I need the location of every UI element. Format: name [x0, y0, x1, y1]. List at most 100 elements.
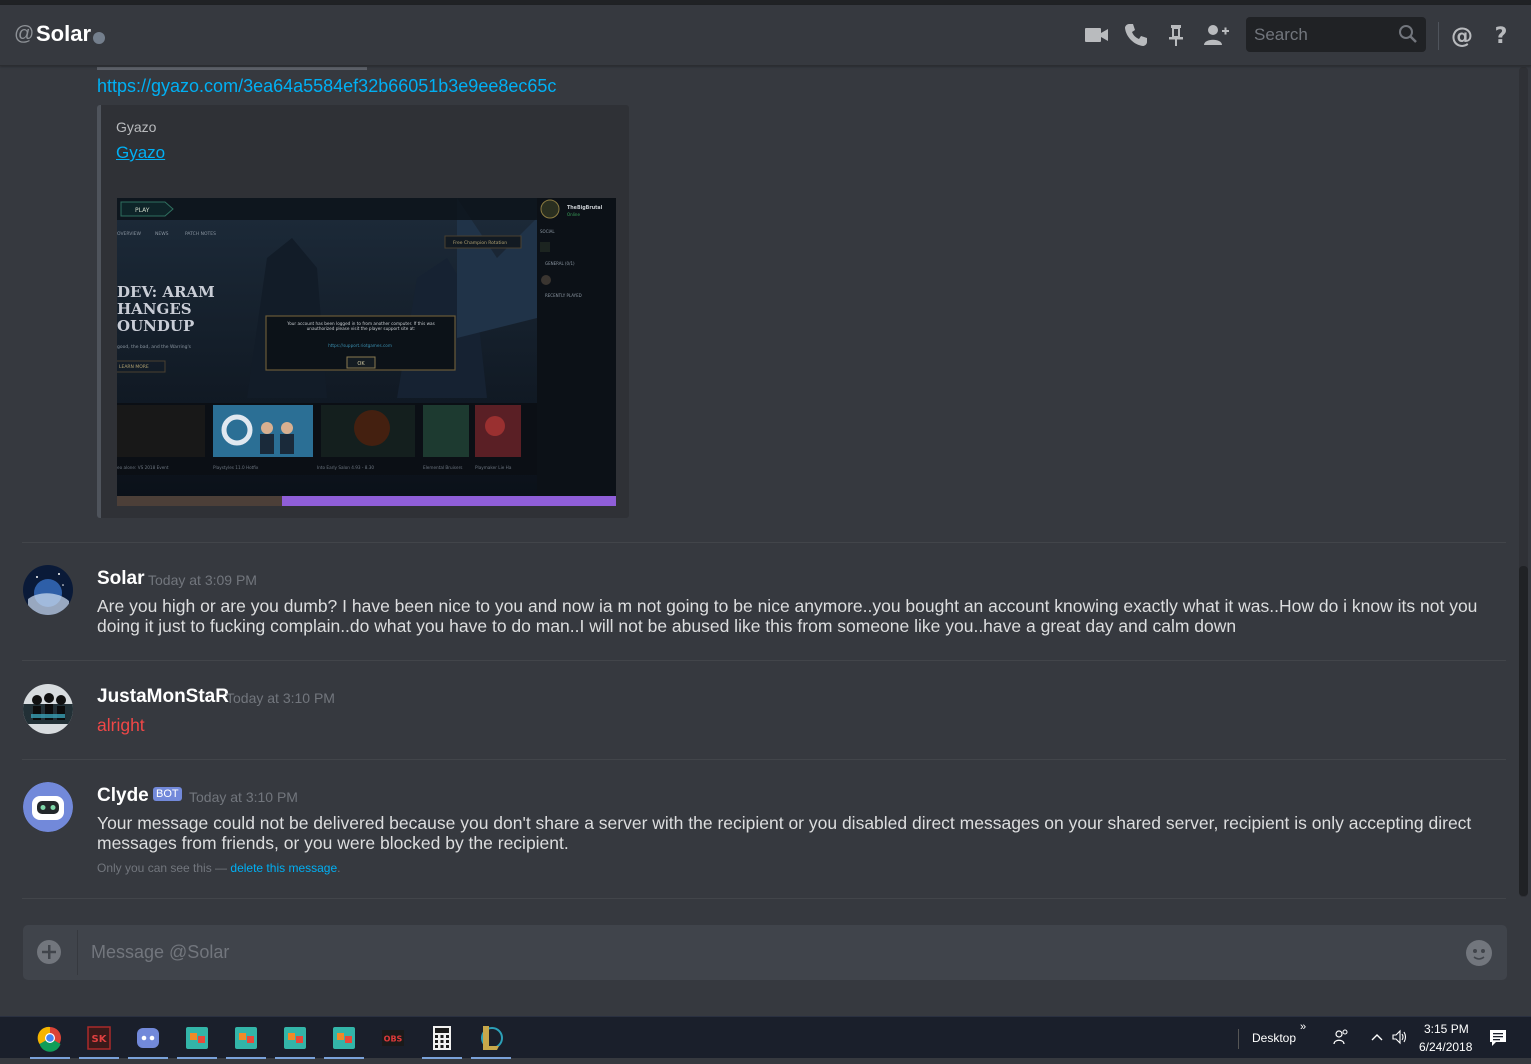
social-name: TheBigBrutal	[567, 205, 603, 211]
clipped-text-fragment	[97, 67, 367, 70]
clock-date[interactable]: 6/24/2018	[1419, 1040, 1472, 1054]
game-app-icon: SK	[87, 1026, 111, 1050]
at-sign-icon: @	[14, 23, 35, 45]
taskbar-game[interactable]: SK	[79, 1017, 119, 1059]
bluestacks-icon	[235, 1027, 257, 1049]
running-indicator	[226, 1057, 266, 1059]
taskbar-calculator[interactable]	[422, 1017, 462, 1059]
pin-icon[interactable]	[1162, 21, 1190, 49]
voice-call-icon[interactable]	[1122, 21, 1150, 49]
dialog-text: Your account has been logged in to from …	[287, 321, 435, 331]
play-label: PLAY	[135, 207, 150, 214]
windows-taskbar: SK OBS Desktop » 3:15 PM 6/24/2018	[0, 1016, 1531, 1059]
username-solar[interactable]: Solar	[97, 568, 145, 590]
clock-time[interactable]: 3:15 PM	[1424, 1022, 1469, 1036]
toolbar-divider	[1238, 1029, 1239, 1049]
upload-plus-icon[interactable]	[36, 939, 62, 965]
dialog-ok: OK	[357, 361, 365, 367]
embed-title[interactable]: Gyazo	[116, 143, 165, 163]
running-indicator	[471, 1057, 511, 1059]
social-group-general: GENERAL (0/1)	[545, 261, 575, 266]
gyazo-link[interactable]: https://gyazo.com/3ea64a5584ef32b66051b3…	[97, 76, 556, 97]
chevron-up-icon[interactable]	[1370, 1031, 1384, 1043]
message-divider	[22, 759, 1506, 760]
nav-overview: OVERVIEW	[117, 231, 142, 237]
headline-sub: good, the bad, and the Warring's	[117, 344, 192, 350]
taskbar-bluestacks-4[interactable]	[324, 1017, 364, 1059]
headline-1: DEV: ARAM	[117, 283, 215, 301]
embed-provider: Gyazo	[116, 119, 157, 135]
message-divider	[22, 660, 1506, 661]
emoji-picker-icon[interactable]	[1465, 939, 1493, 967]
taskbar-bluestacks-2[interactable]	[226, 1017, 266, 1059]
svg-text:SK: SK	[92, 1034, 108, 1045]
message-list: https://gyazo.com/3ea64a5584ef32b66051b3…	[0, 67, 1517, 897]
username-justamonstar[interactable]: JustaMonStaR	[97, 686, 229, 708]
running-indicator	[324, 1057, 364, 1059]
link-embed: Gyazo Gyazo PLAY OVERVIEW NEWS PATCH NOT…	[97, 105, 629, 518]
search-box[interactable]	[1246, 17, 1426, 52]
embed-screenshot-image[interactable]: PLAY OVERVIEW NEWS PATCH NOTES Free Cham…	[117, 198, 616, 506]
taskbar-obs[interactable]: OBS	[373, 1017, 413, 1059]
delete-message-link[interactable]: delete this message	[230, 861, 337, 875]
nav-patch-notes: PATCH NOTES	[185, 231, 216, 237]
message-divider	[22, 542, 1506, 543]
action-center-icon[interactable]	[1488, 1028, 1508, 1048]
bluestacks-icon	[186, 1027, 208, 1049]
search-icon	[1399, 25, 1417, 43]
running-indicator	[177, 1057, 217, 1059]
obs-label: OBS	[384, 1035, 403, 1044]
search-input[interactable]	[1246, 17, 1396, 52]
add-friend-icon[interactable]	[1202, 21, 1230, 49]
tile-caption-4: Elemental Bruisers	[423, 465, 462, 470]
timestamp: Today at 3:10 PM	[226, 690, 335, 706]
username-clyde[interactable]: Clyde	[97, 785, 149, 807]
dm-title: Solar	[36, 21, 92, 46]
chrome-icon	[37, 1026, 61, 1052]
rotation-button: Free Champion Rotation	[453, 240, 507, 246]
desktop-toolbar[interactable]: Desktop	[1252, 1031, 1296, 1045]
calculator-icon	[433, 1026, 451, 1050]
ephemeral-note-suffix: .	[337, 861, 341, 875]
learn-more: LEARN MORE	[119, 364, 149, 370]
channel-header: @ Solar Search @ ?	[0, 5, 1531, 66]
toolbar-expand-icon[interactable]: »	[1300, 1021, 1306, 1033]
message-text: alright	[97, 715, 145, 735]
taskbar-bluestacks-3[interactable]	[275, 1017, 315, 1059]
discord-window: @ Solar Search @ ? https://gyazo.com/3ea…	[0, 0, 1531, 1016]
timestamp: Today at 3:09 PM	[148, 572, 257, 588]
avatar-justamonstar[interactable]	[23, 684, 73, 734]
running-indicator	[30, 1057, 70, 1059]
avatar-clyde[interactable]	[23, 782, 73, 832]
message-text: Your message could not be delivered beca…	[97, 813, 1472, 853]
taskbar-chrome[interactable]	[30, 1017, 70, 1059]
video-call-icon[interactable]	[1082, 21, 1110, 49]
svg-text:?: ?	[1495, 24, 1508, 49]
social-group-recent: RECENTLY PLAYED	[545, 293, 582, 298]
ephemeral-note-text: Only you can see this —	[97, 861, 231, 875]
bluestacks-icon	[284, 1027, 306, 1049]
running-indicator	[422, 1057, 462, 1059]
status-offline-icon	[93, 32, 105, 44]
taskbar-league[interactable]	[471, 1017, 511, 1059]
svg-text:@: @	[1451, 24, 1473, 49]
composer-divider-line	[77, 930, 78, 975]
avatar-solar[interactable]	[23, 565, 73, 615]
nav-news: NEWS	[155, 231, 169, 237]
tile-caption-1: eo alone: VS 2018 Event	[117, 465, 169, 470]
mentions-icon[interactable]: @	[1448, 21, 1476, 49]
taskbar-bluestacks-1[interactable]	[177, 1017, 217, 1059]
running-indicator	[275, 1057, 315, 1059]
people-icon[interactable]	[1332, 1028, 1350, 1046]
headline-3: OUNDUP	[117, 317, 194, 335]
tile-caption-5: Playmaker Lie Ha	[475, 465, 512, 470]
message-input[interactable]	[91, 925, 1441, 980]
tile-caption-2: Playstyles 11.0 Hotfix	[213, 465, 259, 470]
running-indicator	[79, 1057, 119, 1059]
running-indicator	[128, 1057, 168, 1059]
volume-icon[interactable]	[1391, 1029, 1409, 1045]
help-icon[interactable]: ?	[1488, 21, 1516, 49]
taskbar-discord[interactable]	[128, 1017, 168, 1059]
tile-caption-3: Into Early Salon 4.93 - 8.30	[317, 465, 374, 470]
scrollbar-thumb[interactable]	[1519, 566, 1528, 896]
